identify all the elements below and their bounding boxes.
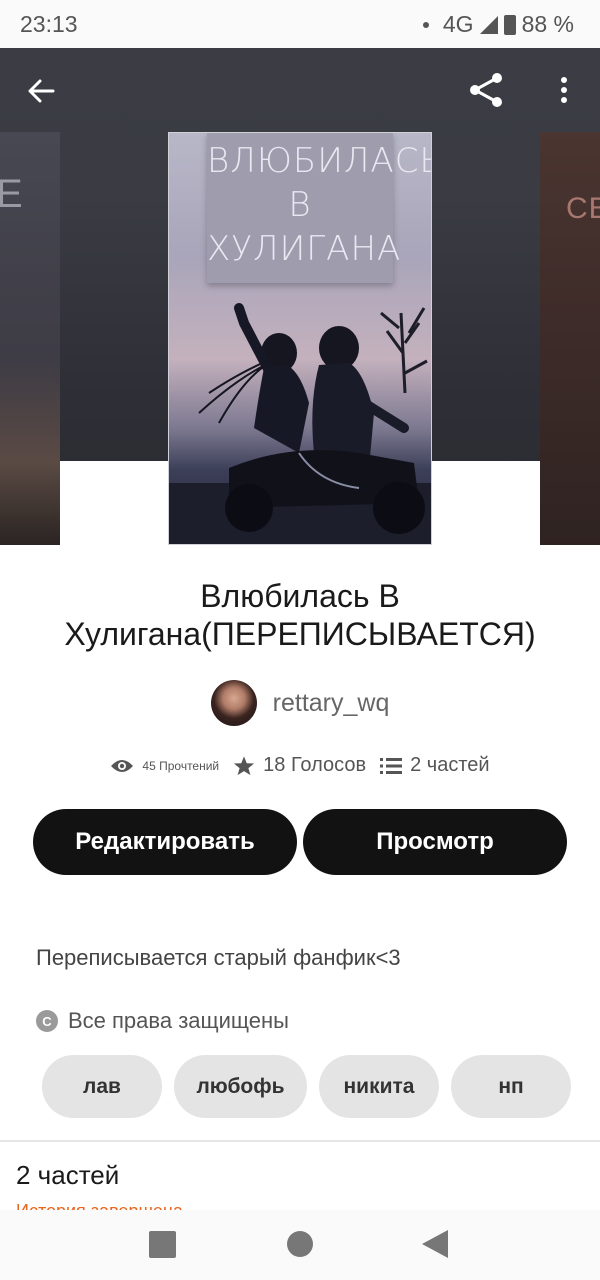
previous-story-cover[interactable]: Е — [0, 132, 60, 545]
next-story-cover[interactable]: СВЕ — [540, 132, 600, 545]
next-cover-title-fragment: СВЕ — [566, 192, 600, 225]
story-completion-status: История завершена — [16, 1198, 316, 1210]
cover-title-line: ВЛЮБИЛАСЬ — [207, 141, 432, 181]
previous-cover-title-fragment: Е — [0, 172, 23, 216]
network-type: 4G — [442, 11, 474, 37]
copyright-text: Все права защищены — [68, 1008, 289, 1033]
cover-motorcycle-artwork — [169, 303, 431, 544]
story-completion-status-text: История завершена — [16, 1201, 183, 1210]
votes-count: 18 Голосов — [263, 754, 367, 776]
cover-carousel[interactable]: Е СВЕ ВЛЮБИЛАСЬ В ХУЛИГАНА — [0, 48, 600, 545]
notification-dot-icon — [422, 21, 429, 28]
copyright-row: C Все права защищены — [36, 1008, 289, 1034]
tag-chip[interactable]: любофь — [174, 1055, 307, 1118]
reads-count: 45 Прочтений — [142, 758, 220, 773]
status-indicators: 4G 88 % — [422, 11, 574, 38]
parts-heading[interactable]: 2 частей — [16, 1160, 119, 1191]
story-cover[interactable]: ВЛЮБИЛАСЬ В ХУЛИГАНА — [168, 132, 432, 545]
copyright-icon: C — [36, 1010, 58, 1032]
author-name[interactable]: rettary_wq — [273, 689, 390, 718]
edit-button[interactable]: Редактировать — [33, 809, 297, 875]
more-vertical-icon[interactable] — [556, 74, 572, 108]
tag-chip[interactable]: лав — [42, 1055, 162, 1118]
arrow-left-icon[interactable] — [26, 76, 56, 106]
signal-icon — [479, 15, 498, 34]
cover-title-line: В — [288, 185, 312, 225]
tag-chip[interactable]: нп — [451, 1055, 571, 1118]
battery-icon — [503, 14, 516, 35]
author-avatar[interactable] — [210, 680, 257, 726]
system-navigation-bar — [0, 1210, 600, 1280]
share-icon[interactable] — [466, 70, 506, 110]
parts-count: 2 частей — [410, 754, 490, 776]
story-stats: 45 Прочтений 18 Голосов 2 частей — [0, 754, 600, 777]
status-time: 23:13 — [20, 11, 78, 37]
parts-stat: 2 частей — [380, 754, 490, 777]
author-row[interactable]: rettary_wq — [0, 680, 600, 726]
star-icon — [234, 755, 255, 775]
battery-level: 88 % — [521, 11, 574, 37]
status-bar: 23:13 4G 88 % — [0, 0, 600, 48]
votes-stat: 18 Голосов — [233, 754, 366, 777]
eye-icon — [111, 759, 134, 772]
story-description: Переписывается старый фанфик<3 — [36, 945, 401, 970]
list-icon — [380, 757, 403, 774]
tag-chip[interactable]: никита — [319, 1055, 439, 1118]
reads-stat: 45 Прочтений — [110, 758, 219, 774]
view-button[interactable]: Просмотр — [303, 809, 567, 875]
story-title: Влюбилась В Хулигана(ПЕРЕПИСЫВАЕТСЯ) — [64, 578, 536, 652]
section-divider — [0, 1140, 600, 1142]
home-icon[interactable] — [287, 1231, 313, 1257]
back-triangle-icon[interactable] — [422, 1230, 448, 1258]
recent-apps-icon[interactable] — [149, 1231, 176, 1258]
